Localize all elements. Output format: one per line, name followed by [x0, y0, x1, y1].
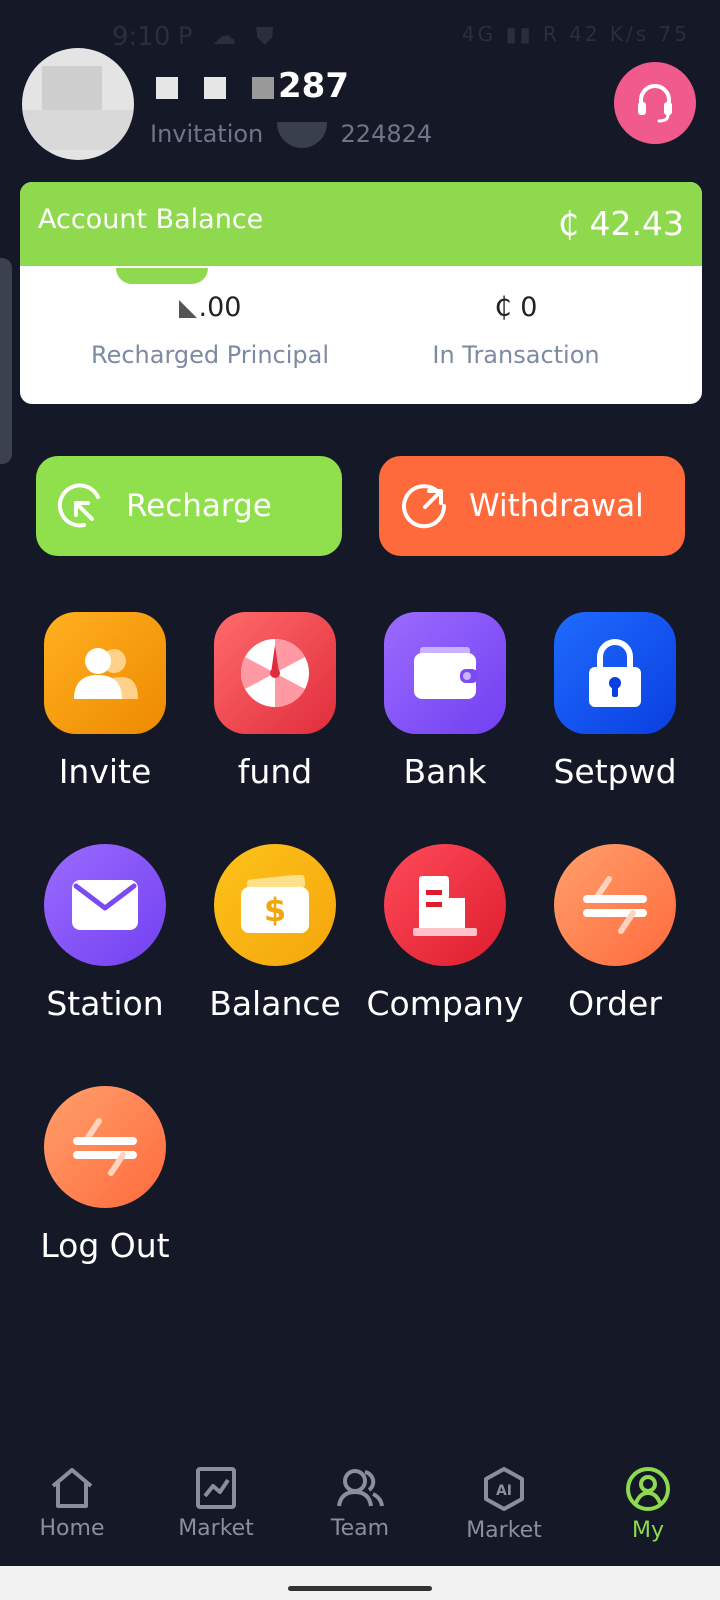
- wallet-icon: [384, 612, 506, 734]
- grid-item-label: Log Out: [40, 1226, 170, 1265]
- nav-label: Market: [466, 1518, 542, 1543]
- ai-icon: AI: [484, 1467, 524, 1511]
- redaction-block: [252, 76, 274, 99]
- nav-label: Team: [330, 1516, 390, 1541]
- status-icons: P ☁ ⛊: [178, 22, 280, 50]
- lock-icon: [554, 612, 676, 734]
- team-icon: [337, 1469, 384, 1507]
- grid-item-fund[interactable]: fund: [190, 612, 360, 791]
- grid-item-invite[interactable]: Invite: [20, 612, 190, 791]
- money-icon: $: [214, 844, 336, 966]
- in-transaction-stat: ₵ 0 In Transaction: [366, 292, 666, 369]
- nav-item-ai-market[interactable]: AI Market: [444, 1466, 564, 1543]
- home-icon: [51, 1468, 93, 1508]
- recharged-principal-label: Recharged Principal: [90, 341, 330, 369]
- account-balance-card: Account Balance ₵ 42.43 .00 Recharged Pr…: [20, 182, 702, 404]
- grid-item-bank[interactable]: Bank: [360, 612, 530, 791]
- grid-item-label: Bank: [403, 752, 487, 791]
- invitation-label: Invitation: [150, 120, 264, 148]
- grid-item-label: Station: [46, 984, 164, 1023]
- withdrawal-button[interactable]: Withdrawal: [379, 456, 685, 556]
- recharged-principal-value: .00: [60, 292, 360, 323]
- customer-support-button[interactable]: [614, 62, 696, 144]
- svg-text:AI: AI: [496, 1483, 512, 1499]
- svg-text:$: $: [264, 891, 286, 929]
- bottom-navigation: Home Market Team AI Market My: [0, 1460, 720, 1566]
- nav-item-team[interactable]: Team: [300, 1466, 420, 1541]
- transfer-icon: [44, 1086, 166, 1208]
- profile-icon: [626, 1467, 670, 1511]
- in-transaction-value: ₵ 0: [494, 292, 538, 323]
- grid-item-log-out[interactable]: Log Out: [20, 1086, 190, 1265]
- edge-panel-handle[interactable]: [0, 258, 12, 464]
- balance-card-header: Account Balance ₵ 42.43: [20, 182, 702, 266]
- grid-item-balance[interactable]: $ Balance: [190, 844, 360, 1023]
- grid-item-order[interactable]: Order: [530, 844, 700, 1023]
- gesture-handle[interactable]: [288, 1586, 432, 1591]
- nav-item-my[interactable]: My: [588, 1466, 708, 1543]
- grid-item-label: Order: [568, 984, 662, 1023]
- status-right-icons: 4G ▮▮ R 42 K/s 75: [461, 22, 690, 46]
- username-text: 287: [278, 66, 349, 106]
- building-icon: [384, 844, 506, 966]
- grid-item-label: Company: [366, 984, 524, 1023]
- invitation-line: Invitation 224824: [150, 120, 432, 148]
- account-balance-title: Account Balance: [38, 204, 264, 235]
- chart-icon: [196, 1467, 236, 1509]
- nav-label: Market: [178, 1516, 254, 1541]
- grid-item-label: Invite: [58, 752, 152, 791]
- grid-item-label: Balance: [209, 984, 341, 1023]
- withdrawal-label: Withdrawal: [469, 488, 644, 524]
- recharge-button[interactable]: Recharge: [36, 456, 342, 556]
- redaction-block: [204, 76, 226, 99]
- avatar-blur-block: [22, 110, 134, 150]
- grid-item-label: fund: [237, 752, 313, 791]
- status-time: 9:10: [112, 22, 171, 52]
- withdrawal-icon: [402, 484, 447, 529]
- in-transaction-label: In Transaction: [432, 341, 600, 369]
- recharge-label: Recharge: [126, 488, 272, 524]
- grid-item-label: Setpwd: [553, 752, 677, 791]
- nav-label: Home: [39, 1516, 105, 1541]
- mail-icon: [44, 844, 166, 966]
- redaction-block: [276, 122, 327, 148]
- wheel-icon: [214, 612, 336, 734]
- nav-item-home[interactable]: Home: [12, 1466, 132, 1541]
- recharged-principal-stat: .00 Recharged Principal: [60, 292, 360, 369]
- grid-item-company[interactable]: Company: [360, 844, 530, 1023]
- redaction-mark: [178, 299, 197, 318]
- nav-label: My: [631, 1518, 664, 1543]
- grid-item-station[interactable]: Station: [20, 844, 190, 1023]
- account-balance-amount: ₵ 42.43: [558, 204, 684, 243]
- recharged-principal-number: .00: [198, 292, 242, 323]
- invitation-code: 224824: [340, 120, 433, 148]
- avatar[interactable]: [22, 48, 134, 160]
- username: 287: [156, 66, 349, 106]
- nav-item-market[interactable]: Market: [156, 1466, 276, 1541]
- headset-icon: [638, 84, 672, 123]
- user-group-icon: [44, 612, 166, 734]
- grid-item-setpwd[interactable]: Setpwd: [530, 612, 700, 791]
- redaction-block: [156, 76, 178, 99]
- recharge-icon: [57, 483, 100, 528]
- redaction-block: [116, 268, 208, 284]
- transfer-icon: [554, 844, 676, 966]
- gesture-bar-area: [0, 1566, 720, 1600]
